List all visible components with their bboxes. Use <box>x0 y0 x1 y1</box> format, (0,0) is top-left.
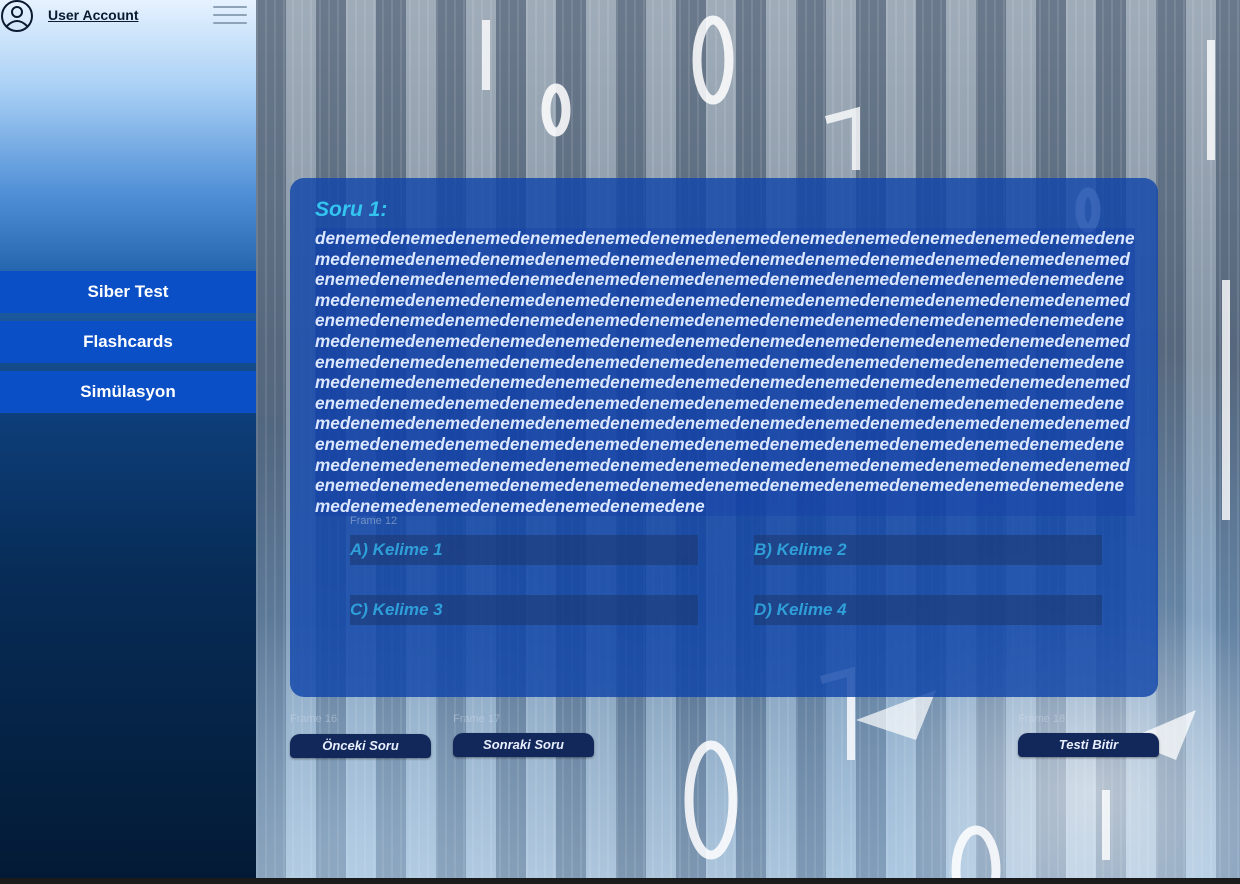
next-question-button[interactable]: Sonraki Soru <box>453 733 594 757</box>
previous-question-button[interactable]: Önceki Soru <box>290 734 431 758</box>
user-circle-icon[interactable] <box>0 0 34 32</box>
sidebar: User Account Siber Test Flashcards Simül… <box>0 0 256 884</box>
sidebar-item-simulasyon[interactable]: Simülasyon <box>0 371 256 413</box>
option-d[interactable]: D) Kelime 4 <box>754 595 1102 625</box>
finish-frame-label: Frame 18 <box>1018 713 1066 725</box>
question-text: denemedenemedenemedenemedenemedenemedene… <box>315 228 1135 516</box>
user-account-link[interactable]: User Account <box>48 7 139 23</box>
options-frame-label: Frame 12 <box>350 515 398 527</box>
bottom-bar <box>0 878 1240 884</box>
option-a[interactable]: A) Kelime 1 <box>350 535 698 565</box>
next-frame-label: Frame 17 <box>453 713 501 725</box>
sidebar-item-siber-test[interactable]: Siber Test <box>0 271 256 313</box>
option-b[interactable]: B) Kelime 2 <box>754 535 1102 565</box>
prev-frame-label: Frame 16 <box>290 713 338 725</box>
sidebar-header: User Account <box>0 0 256 32</box>
question-card: Soru 1: denemedenemedenemedenemedenemede… <box>290 178 1158 697</box>
hamburger-menu-icon[interactable] <box>213 6 247 26</box>
sidebar-item-flashcards[interactable]: Flashcards <box>0 321 256 363</box>
finish-test-button[interactable]: Testi Bitir <box>1018 733 1159 757</box>
option-c[interactable]: C) Kelime 3 <box>350 595 698 625</box>
question-title: Soru 1: <box>315 198 388 221</box>
